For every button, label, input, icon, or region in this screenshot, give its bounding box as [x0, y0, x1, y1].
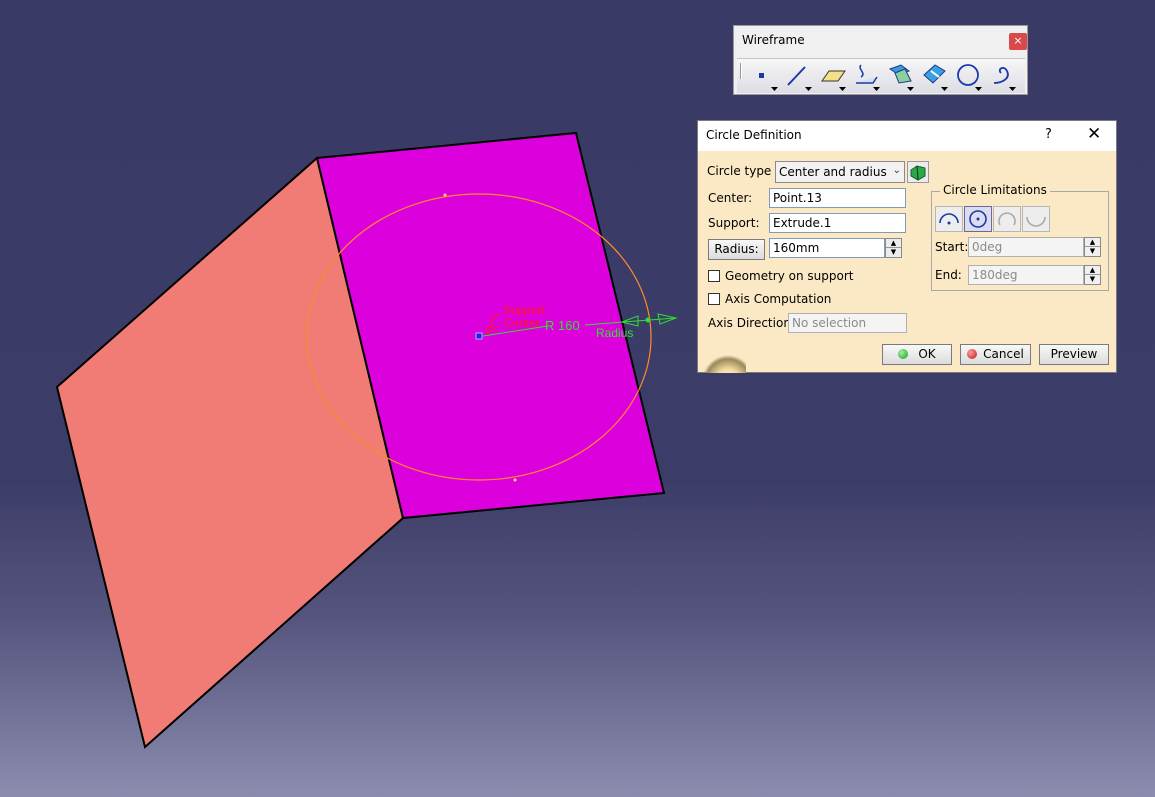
geometry-on-support-checkbox[interactable] [708, 270, 720, 282]
spline-icon [993, 67, 1016, 91]
support-field[interactable]: Extrude.1 [769, 213, 906, 233]
axis-computation-checkbox[interactable] [708, 293, 720, 305]
circle-limitations-title: Circle Limitations [940, 183, 1050, 197]
spline-tool-button[interactable] [989, 61, 1017, 91]
point-tool-button[interactable] [751, 61, 779, 91]
axis-computation-label: Axis Computation [725, 292, 832, 306]
center-point[interactable] [475, 332, 483, 340]
trim-circle-icon [998, 212, 1016, 226]
spin-down-icon[interactable]: ▼ [1085, 247, 1100, 256]
projection-tool-button[interactable] [853, 61, 881, 91]
cancel-label: Cancel [983, 347, 1024, 361]
center-label: Center: [708, 191, 753, 205]
radius-value-label[interactable]: R 160 [545, 318, 580, 333]
close-button[interactable]: ✕ [1087, 124, 1101, 144]
ok-icon [898, 349, 909, 359]
part-circle-icon [939, 213, 959, 225]
circle-type-label: Circle type : [707, 164, 780, 178]
axis-direction-field[interactable]: No selection [788, 313, 907, 333]
intersection-tool-button[interactable] [887, 61, 915, 91]
support-label: Support: [708, 216, 760, 230]
cancel-button[interactable]: Cancel [960, 344, 1031, 365]
center-field[interactable]: Point.13 [769, 188, 906, 208]
chevron-down-icon: ⌄ [892, 165, 901, 176]
radius-label: Radius [596, 326, 633, 340]
intersection-icon [888, 64, 914, 91]
circle-type-value: Center and radius [779, 165, 887, 179]
line-tool-button[interactable] [785, 61, 813, 91]
offset-icon [923, 64, 948, 91]
axis-direction-label: Axis Direction: [708, 316, 795, 330]
radius-spinner[interactable]: ▲ ▼ [885, 238, 902, 258]
spin-up-icon[interactable]: ▲ [1085, 238, 1100, 247]
start-spinner[interactable]: ▲ ▼ [1084, 237, 1101, 257]
ok-button[interactable]: OK [882, 344, 952, 365]
trim-circle-button[interactable] [993, 206, 1021, 232]
geometry-on-support-label: Geometry on support [725, 269, 854, 283]
end-label: End: [935, 268, 962, 282]
circle-tool-button[interactable] [955, 61, 983, 91]
dialog-title: Circle Definition [706, 128, 802, 142]
ok-label: OK [918, 347, 936, 361]
circle-point-top [443, 193, 447, 197]
whole-circle-icon [969, 210, 987, 228]
whole-circle-button[interactable] [964, 206, 992, 232]
preview-button[interactable]: Preview [1039, 344, 1109, 365]
circle-definition-dialog: Circle Definition ? ✕ Circle type : Cent… [697, 120, 1117, 373]
dialog-corner-decoration [698, 341, 746, 373]
spin-up-icon[interactable]: ▲ [886, 239, 901, 248]
toolbar-close-button[interactable]: × [1009, 33, 1027, 50]
center-label: Center [504, 316, 540, 330]
wireframe-toolbar: Wireframe × [733, 25, 1028, 95]
sketch-options-button[interactable] [907, 161, 929, 183]
toolbar-buttons [737, 58, 1025, 93]
toolbar-title: Wireframe [742, 33, 805, 47]
dialog-titlebar[interactable]: Circle Definition ? ✕ [698, 121, 1116, 151]
circle-limitations-group: Circle Limitations Start: 0deg ▲ ▼ End: 1… [931, 183, 1109, 291]
start-label: Start: [935, 240, 969, 254]
spin-up-icon[interactable]: ▲ [1085, 266, 1100, 275]
end-field[interactable]: 180deg [968, 265, 1084, 285]
radius-handle[interactable] [645, 317, 651, 323]
part-circle-button[interactable] [935, 206, 963, 232]
radius-button[interactable]: Radius: [708, 239, 765, 260]
cancel-icon [967, 349, 978, 359]
point-icon [759, 73, 778, 91]
plane-icon [821, 70, 846, 91]
projection-icon [856, 64, 880, 91]
shape-icon [910, 165, 926, 181]
complement-circle-button[interactable] [1022, 206, 1050, 232]
circle-type-select[interactable]: Center and radius ⌄ [775, 161, 905, 183]
help-button[interactable]: ? [1045, 127, 1052, 142]
end-spinner[interactable]: ▲ ▼ [1084, 265, 1101, 285]
radius-field[interactable]: 160mm [769, 238, 885, 258]
spin-down-icon[interactable]: ▼ [1085, 275, 1100, 284]
support-label: Support [503, 303, 546, 317]
circle-icon [957, 64, 982, 91]
spin-down-icon[interactable]: ▼ [886, 248, 901, 257]
complement-circle-icon [1026, 216, 1046, 227]
line-icon [787, 66, 812, 91]
plane-tool-button[interactable] [819, 61, 847, 91]
offset-tool-button[interactable] [921, 61, 949, 91]
toolbar-grip[interactable] [740, 63, 742, 79]
start-field[interactable]: 0deg [968, 237, 1084, 257]
circle-point-bottom [513, 478, 517, 482]
